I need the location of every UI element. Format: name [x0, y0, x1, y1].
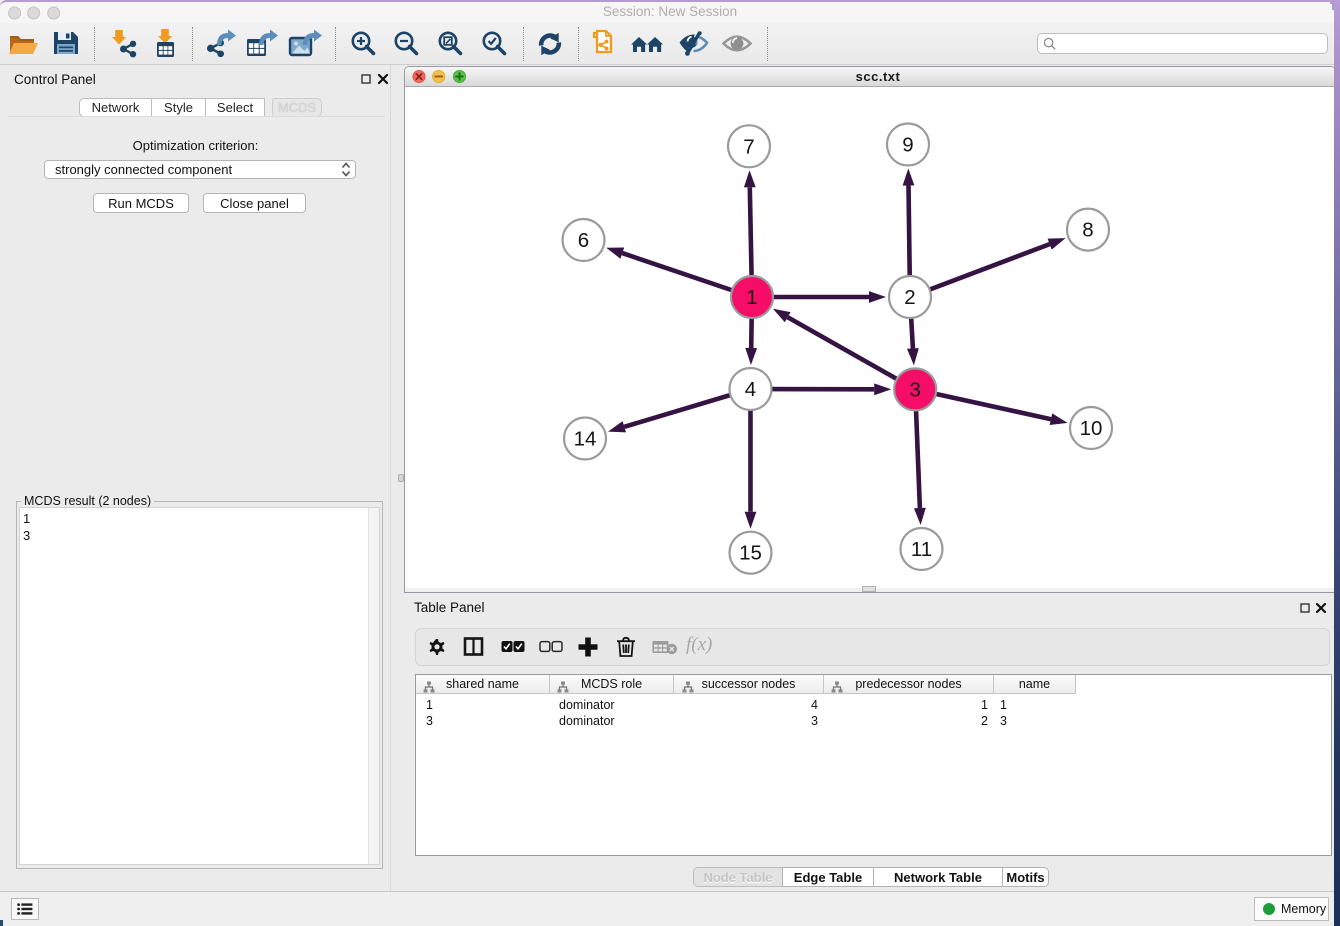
- svg-text:15: 15: [739, 542, 762, 565]
- svg-text:6: 6: [578, 229, 589, 252]
- svg-text:1: 1: [746, 286, 757, 309]
- svg-text:2: 2: [904, 286, 915, 309]
- svg-text:4: 4: [745, 378, 756, 401]
- svg-text:8: 8: [1082, 219, 1093, 242]
- svg-text:11: 11: [911, 538, 932, 561]
- svg-text:7: 7: [743, 135, 754, 158]
- svg-text:14: 14: [574, 428, 597, 451]
- svg-text:10: 10: [1080, 417, 1103, 440]
- svg-text:3: 3: [909, 378, 920, 401]
- svg-text:9: 9: [902, 134, 913, 157]
